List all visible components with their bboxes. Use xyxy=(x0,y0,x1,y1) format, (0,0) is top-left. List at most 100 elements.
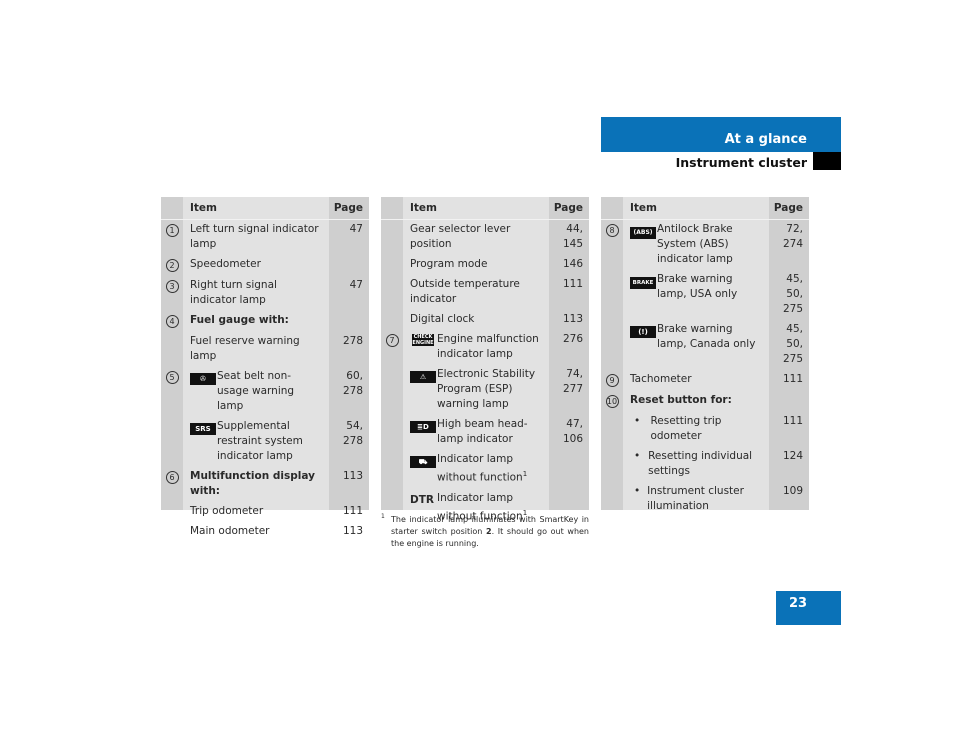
page-reference xyxy=(549,452,589,486)
circled-number: 6 xyxy=(165,471,179,484)
item-label: Left turn signal indicator lamp xyxy=(190,223,319,250)
item-cell: ≣D High beam head-lamp indicator xyxy=(403,417,549,447)
table-row: • Instrument cluster illumination 109 xyxy=(601,482,809,517)
item-label: Multifunction display with: xyxy=(190,470,315,497)
circled-number: 3 xyxy=(165,280,179,293)
item-cell: Right turn signal indicator lamp xyxy=(183,278,329,308)
item-cell: Multifunction display with: xyxy=(183,469,329,499)
table-row: Main odometer 113 xyxy=(161,522,369,542)
table-row: Outside temperature indicator 111 xyxy=(381,275,589,310)
table-row: 9 Tachometer 111 xyxy=(601,370,809,391)
page-reference: 111 xyxy=(342,505,363,517)
page-number-box: 23 xyxy=(776,591,841,625)
item-number xyxy=(161,524,183,539)
table-row: Gear selector lever position 44, 145 xyxy=(381,220,589,255)
page-reference: 111 xyxy=(562,278,583,290)
item-cell: ⚠ Electronic Stability Program (ESP) warn… xyxy=(403,367,549,412)
item-number xyxy=(161,334,183,364)
item-number: 6 xyxy=(161,469,183,499)
high-beam-icon: ≣D xyxy=(410,421,436,433)
item-cell: (ABS) Antilock Brake System (ABS) indicat… xyxy=(623,222,769,267)
item-cell: Main odometer xyxy=(183,524,329,539)
item-number xyxy=(381,277,403,307)
page-reference: 47, 106 xyxy=(562,418,583,445)
item-number xyxy=(381,257,403,272)
page-reference: 113 xyxy=(562,313,583,325)
circled-number: 4 xyxy=(165,315,179,328)
brake-canada-icon: (!) xyxy=(630,326,656,338)
dtr-icon: DTR xyxy=(410,493,434,506)
section-title: At a glance xyxy=(724,132,807,147)
subsection-title: Instrument cluster xyxy=(675,155,807,170)
item-cell: • Resetting individual settings xyxy=(623,449,769,479)
item-number xyxy=(381,222,403,252)
table-row: 5 ✇ Seat belt non-usage warning lamp 60, 278 xyxy=(161,367,369,417)
item-number xyxy=(161,504,183,519)
item-label: Antilock Brake System (ABS) indicator la… xyxy=(657,223,733,265)
item-number: 7 xyxy=(381,332,403,362)
item-number: 10 xyxy=(601,393,623,409)
page-reference: 276 xyxy=(562,333,583,345)
page-reference: 72, 274 xyxy=(782,223,803,250)
page-reference: 54, 278 xyxy=(342,420,363,447)
item-number xyxy=(161,419,183,464)
page-reference xyxy=(329,313,369,329)
item-label: Supplemental restraint system indicator … xyxy=(217,420,303,462)
bullet-icon: • xyxy=(634,485,641,497)
table-row: ⛟ Indicator lamp without function1 xyxy=(381,450,589,489)
item-label: High beam head-lamp indicator xyxy=(437,418,528,445)
column-header-item: Item xyxy=(410,201,437,214)
item-cell: Trip odometer xyxy=(183,504,329,519)
table-header: Item Page xyxy=(161,197,369,220)
item-number xyxy=(601,449,623,479)
item-label: Fuel reserve warning lamp xyxy=(190,335,300,362)
page-reference: 124 xyxy=(782,450,803,462)
footnote-text: The indicator lamp illuminates with Smar… xyxy=(391,515,590,548)
seat-belt-icon: ✇ xyxy=(190,373,216,385)
item-number xyxy=(381,312,403,327)
table-row: ≣D High beam head-lamp indicator 47, 106 xyxy=(381,415,589,450)
page-reference: 45, 50, 275 xyxy=(782,273,803,315)
table-row: 7 CHECK ENGINE Engine malfunction indicato… xyxy=(381,330,589,365)
item-label: Program mode xyxy=(410,258,488,270)
page-reference: 74, 277 xyxy=(562,368,583,395)
table-row: 8 (ABS) Antilock Brake System (ABS) indica… xyxy=(601,220,809,270)
item-cell: Speedometer xyxy=(183,257,329,273)
table-row: Fuel reserve warning lamp 278 xyxy=(161,332,369,367)
column-header-page: Page xyxy=(333,201,363,214)
page-reference xyxy=(769,393,809,409)
item-label: Resetting individual settings xyxy=(648,450,753,477)
table-instrument-cluster-2: Item Page Gear selector lever position 44… xyxy=(381,197,589,522)
section-marker xyxy=(813,152,841,170)
circled-number: 5 xyxy=(165,371,179,384)
circled-number: 8 xyxy=(605,224,619,237)
circled-number: 1 xyxy=(165,224,179,237)
item-cell: Tachometer xyxy=(623,372,769,388)
table-row: 10 Reset button for: xyxy=(601,391,809,412)
item-label: Tachometer xyxy=(630,373,692,385)
item-cell: Gear selector lever position xyxy=(403,222,549,252)
bullet-icon: • xyxy=(634,450,641,462)
table-instrument-cluster-3: Item Page 8 (ABS) Antilock Brake System (A… xyxy=(601,197,809,512)
item-number xyxy=(601,272,623,317)
item-number xyxy=(601,484,623,514)
table-row: • Resetting individual settings 124 xyxy=(601,447,809,482)
srs-icon: SRS xyxy=(190,423,216,435)
table-row: SRS Supplemental restraint system indicat… xyxy=(161,417,369,467)
item-label: Reset button for: xyxy=(630,394,732,406)
vehicle-distance-icon: ⛟ xyxy=(410,456,436,468)
table-row: Digital clock 113 xyxy=(381,310,589,330)
item-number: 2 xyxy=(161,257,183,273)
item-label: Trip odometer xyxy=(190,505,264,517)
footnote-mark: 1 xyxy=(381,513,385,520)
circled-number: 10 xyxy=(605,395,619,408)
item-number: 1 xyxy=(161,222,183,252)
item-label: Engine malfunction indicator lamp xyxy=(437,333,539,360)
table-row: ⚠ Electronic Stability Program (ESP) warn… xyxy=(381,365,589,415)
table-row: 4 Fuel gauge with: xyxy=(161,311,369,332)
item-cell: ✇ Seat belt non-usage warning lamp xyxy=(183,369,329,414)
table-row: BRAKE Brake warning lamp, USA only 45, 50, 2… xyxy=(601,270,809,320)
circled-number: 7 xyxy=(385,334,399,347)
item-cell: (!) Brake warning lamp, Canada only xyxy=(623,322,769,367)
item-label: Speedometer xyxy=(190,258,261,270)
